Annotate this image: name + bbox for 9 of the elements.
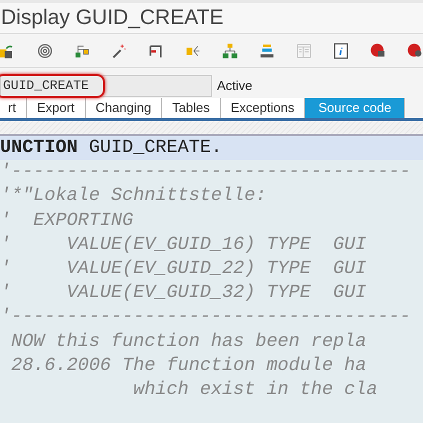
status-label: Active — [217, 77, 252, 96]
window-title: Display GUID_CREATE — [1, 5, 224, 32]
tab[interactable]: rt — [0, 98, 27, 118]
tab[interactable]: Tables — [162, 98, 221, 118]
function-name-field[interactable]: GUID_CREATE — [0, 75, 212, 97]
tab[interactable]: Exceptions — [220, 98, 306, 118]
tab[interactable]: Export — [26, 98, 86, 118]
info-icon[interactable] — [333, 40, 349, 60]
tab[interactable]: Changing — [86, 98, 162, 118]
